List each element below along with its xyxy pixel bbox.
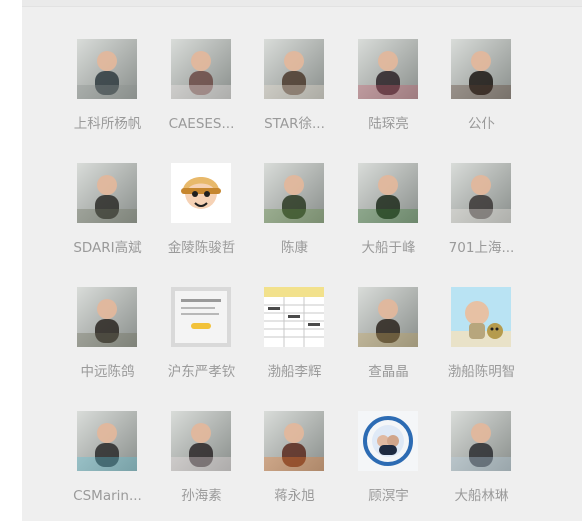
contact-name: 顾溟宇 xyxy=(368,488,409,504)
contact-name: 大船林琳 xyxy=(454,488,509,504)
contact-avatar[interactable] xyxy=(358,287,418,347)
athlete-photo-icon xyxy=(264,411,324,471)
contact-item[interactable]: 孙海素 xyxy=(155,411,248,511)
contact-avatar[interactable] xyxy=(264,163,324,223)
contact-name: 金陵陈骏哲 xyxy=(167,240,236,256)
contact-avatar[interactable] xyxy=(451,411,511,471)
contact-avatar[interactable] xyxy=(264,39,324,99)
contact-name: STAR徐... xyxy=(264,116,325,132)
contact-name: 大船于峰 xyxy=(361,240,416,256)
woman-in-cafe-photo-icon xyxy=(358,287,418,347)
couple-poster-photo-icon xyxy=(358,39,418,99)
contact-item[interactable]: CAESES... xyxy=(155,39,248,139)
baby-lying-photo-icon xyxy=(451,163,511,223)
contact-name: 渤船李辉 xyxy=(267,364,322,380)
cartoon-boy-icon xyxy=(171,163,231,223)
dog-with-glasses-photo-icon xyxy=(77,411,137,471)
contact-item[interactable]: 701上海... xyxy=(435,163,528,263)
contact-name: 701上海... xyxy=(448,240,515,256)
contact-avatar[interactable] xyxy=(171,39,231,99)
contact-item[interactable]: 蒋永旭 xyxy=(248,411,341,511)
contact-item[interactable]: SDARI高斌 xyxy=(61,163,154,263)
contact-item[interactable]: 中远陈鸽 xyxy=(61,287,154,387)
person-in-garden-photo-icon xyxy=(77,287,137,347)
contact-item[interactable]: 大船林琳 xyxy=(435,411,528,511)
contact-name: 陈康 xyxy=(281,240,308,256)
man-portrait-photo-icon xyxy=(451,39,511,99)
contact-name: 孙海素 xyxy=(181,488,222,504)
contact-name: 中远陈鸽 xyxy=(80,364,135,380)
contact-name: CAESES... xyxy=(168,116,235,132)
contact-name: CSMarin... xyxy=(73,488,142,504)
contact-avatar[interactable] xyxy=(171,411,231,471)
contact-item[interactable]: 上科所杨帆 xyxy=(61,39,154,139)
man-in-harbor-photo-icon xyxy=(451,411,511,471)
contact-item[interactable]: 金陵陈骏哲 xyxy=(155,163,248,263)
contact-name: 陆琛亮 xyxy=(368,116,409,132)
contact-avatar[interactable] xyxy=(451,287,511,347)
table-screenshot-icon xyxy=(264,287,324,347)
contact-avatar[interactable] xyxy=(77,39,137,99)
contact-avatar[interactable] xyxy=(451,163,511,223)
contact-name: 沪东严孝钦 xyxy=(167,364,236,380)
contact-name: 蒋永旭 xyxy=(274,488,315,504)
contact-item[interactable]: 顾溟宇 xyxy=(342,411,435,511)
contact-name: 查晶晶 xyxy=(368,364,409,380)
contacts-grid: 上科所杨帆 CAESES... STAR徐... 陆琛亮 公仆 SDARI高斌 … xyxy=(0,0,582,521)
contact-item[interactable]: 陆琛亮 xyxy=(342,39,435,139)
contact-avatar[interactable] xyxy=(171,163,231,223)
contact-item[interactable]: 陈康 xyxy=(248,163,341,263)
kids-on-bed-photo-icon xyxy=(171,411,231,471)
baby-photo-icon xyxy=(264,39,324,99)
contact-avatar[interactable] xyxy=(264,287,324,347)
contact-avatar[interactable] xyxy=(451,39,511,99)
couple-in-field-photo-icon xyxy=(358,163,418,223)
contact-item[interactable]: CSMarin... xyxy=(61,411,154,511)
contact-avatar[interactable] xyxy=(358,411,418,471)
contact-avatar[interactable] xyxy=(171,287,231,347)
contact-item[interactable]: STAR徐... xyxy=(248,39,341,139)
university-seal-photo-icon xyxy=(358,411,418,471)
contact-name: 公仆 xyxy=(468,116,495,132)
contact-item[interactable]: 沪东严孝钦 xyxy=(155,287,248,387)
document-screenshot-icon xyxy=(171,287,231,347)
house-garden-photo-icon xyxy=(77,163,137,223)
contact-avatar[interactable] xyxy=(358,163,418,223)
contact-avatar[interactable] xyxy=(77,411,137,471)
cartoon-grandpa-dog-icon xyxy=(451,287,511,347)
contact-avatar[interactable] xyxy=(77,163,137,223)
contact-name: 渤船陈明智 xyxy=(447,364,516,380)
dog-face-photo-icon xyxy=(171,39,231,99)
contact-item[interactable]: 渤船李辉 xyxy=(248,287,341,387)
contact-item[interactable]: 渤船陈明智 xyxy=(435,287,528,387)
contact-item[interactable]: 公仆 xyxy=(435,39,528,139)
man-by-wall-photo-icon xyxy=(77,39,137,99)
contact-avatar[interactable] xyxy=(77,287,137,347)
contact-name: SDARI高斌 xyxy=(73,240,142,256)
contact-avatar[interactable] xyxy=(264,411,324,471)
contact-name: 上科所杨帆 xyxy=(73,116,142,132)
man-in-park-photo-icon xyxy=(264,163,324,223)
contact-item[interactable]: 查晶晶 xyxy=(342,287,435,387)
contact-avatar[interactable] xyxy=(358,39,418,99)
contact-item[interactable]: 大船于峰 xyxy=(342,163,435,263)
